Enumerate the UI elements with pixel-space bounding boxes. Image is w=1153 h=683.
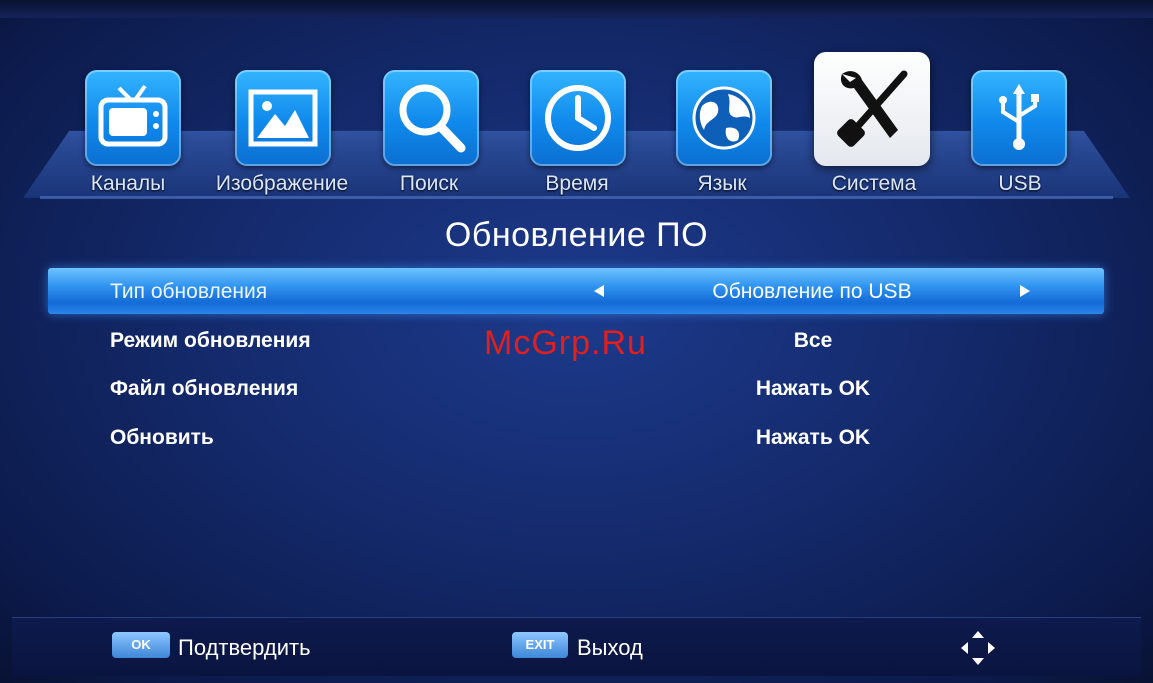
setting-value: Все bbox=[793, 329, 833, 352]
tab-label-usb: USB bbox=[998, 172, 1042, 195]
tab-usb[interactable] bbox=[971, 70, 1067, 166]
tab-picture[interactable] bbox=[235, 70, 331, 166]
setting-row-update-file[interactable]: Файл обновления Нажать OK bbox=[48, 365, 1104, 411]
tv-icon bbox=[98, 84, 168, 147]
tv-menu-screen: Каналы Изображение Поиск Время Язык Сист… bbox=[0, 0, 1153, 683]
tab-label-picture: Изображение bbox=[215, 172, 349, 195]
band-divider bbox=[40, 196, 1113, 199]
tab-label-search: Поиск bbox=[399, 172, 459, 195]
page-title: Обновление ПО bbox=[444, 216, 709, 254]
navigation-arrows-icon bbox=[961, 631, 995, 665]
setting-row-update-type[interactable]: Тип обновления Обновление по USB bbox=[48, 268, 1104, 314]
arrow-left-icon[interactable] bbox=[594, 285, 604, 297]
footer-hint-bar: OK Подтвердить EXIT Выход bbox=[12, 617, 1141, 676]
clock-icon bbox=[545, 85, 611, 151]
setting-label: Обновить bbox=[110, 426, 214, 449]
arrow-right-icon[interactable] bbox=[1020, 285, 1030, 297]
tab-search[interactable] bbox=[383, 70, 479, 166]
globe-icon bbox=[692, 86, 756, 150]
bezel bbox=[0, 0, 1153, 18]
ok-hint-label: Подтвердить bbox=[178, 635, 311, 660]
picture-icon bbox=[248, 89, 318, 147]
exit-hint-label: Выход bbox=[577, 635, 643, 660]
setting-value: Нажать OK bbox=[755, 426, 871, 449]
setting-label: Файл обновления bbox=[110, 377, 299, 400]
tools-icon bbox=[837, 70, 908, 147]
tab-system[interactable] bbox=[814, 52, 930, 166]
tab-time[interactable] bbox=[530, 70, 626, 166]
setting-value: Нажать OK bbox=[755, 377, 871, 400]
tab-label-system: Система bbox=[831, 172, 917, 195]
setting-label: Режим обновления bbox=[110, 329, 311, 352]
setting-value: Обновление по USB bbox=[712, 280, 912, 303]
ok-key-icon: OK bbox=[112, 632, 170, 658]
usb-icon bbox=[999, 84, 1039, 150]
exit-key-icon: EXIT bbox=[512, 632, 568, 658]
tab-label-language: Язык bbox=[697, 172, 747, 195]
search-icon bbox=[399, 84, 466, 153]
tab-label-channels: Каналы bbox=[90, 172, 166, 195]
tab-label-time: Время bbox=[545, 172, 609, 195]
watermark: McGrp.Ru bbox=[484, 324, 647, 362]
tab-language[interactable] bbox=[676, 70, 772, 166]
tab-channels[interactable] bbox=[85, 70, 181, 166]
setting-label: Тип обновления bbox=[110, 280, 268, 303]
setting-row-update-now[interactable]: Обновить Нажать OK bbox=[48, 414, 1104, 460]
